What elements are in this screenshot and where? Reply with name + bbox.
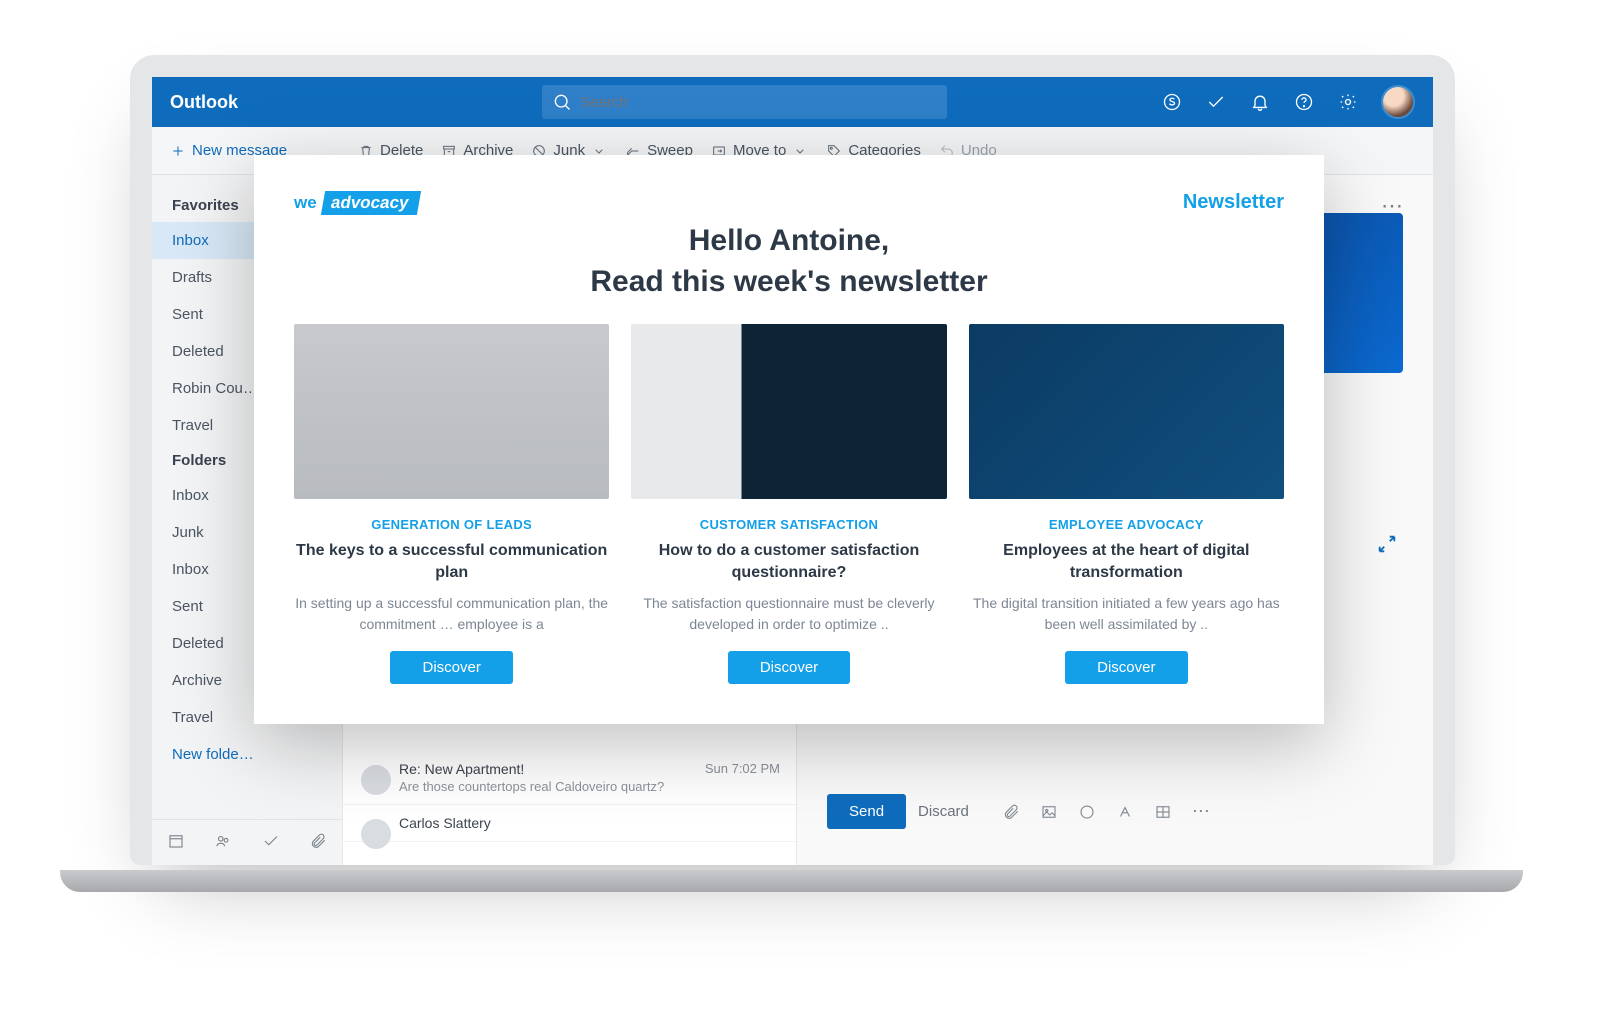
more-icon[interactable]: ⋯ bbox=[1191, 802, 1211, 822]
compose-bar: Send Discard ⋯ bbox=[827, 794, 1403, 829]
newsletter-card: GENERATION OF LEADS The keys to a succes… bbox=[294, 324, 609, 684]
card-category: EMPLOYEE ADVOCACY bbox=[969, 517, 1284, 532]
discover-button[interactable]: Discover bbox=[390, 651, 512, 684]
skype-icon[interactable] bbox=[1161, 91, 1183, 113]
emoji-icon[interactable] bbox=[1077, 802, 1097, 822]
table-icon[interactable] bbox=[1153, 802, 1173, 822]
screen: Outlook New message bbox=[152, 77, 1433, 865]
avatar[interactable] bbox=[1381, 85, 1415, 119]
app-header: Outlook bbox=[152, 77, 1433, 127]
search-icon bbox=[552, 91, 572, 113]
mail-item[interactable]: Re: New Apartment! Sun 7:02 PM Are those… bbox=[343, 751, 796, 805]
card-title: The keys to a successful communication p… bbox=[294, 540, 609, 583]
help-icon[interactable] bbox=[1293, 91, 1315, 113]
app-brand: Outlook bbox=[170, 92, 335, 113]
gear-icon[interactable] bbox=[1337, 91, 1359, 113]
newsletter-card: CUSTOMER SATISFACTION How to do a custom… bbox=[631, 324, 946, 684]
search-input[interactable] bbox=[580, 94, 937, 111]
search-box[interactable] bbox=[542, 85, 947, 119]
card-image bbox=[969, 324, 1284, 499]
send-button[interactable]: Send bbox=[827, 794, 906, 829]
newsletter-card: EMPLOYEE ADVOCACY Employees at the heart… bbox=[969, 324, 1284, 684]
newsletter-cards: GENERATION OF LEADS The keys to a succes… bbox=[294, 324, 1284, 684]
card-category: CUSTOMER SATISFACTION bbox=[631, 517, 946, 532]
we-advocacy-logo: we advocacy bbox=[294, 191, 418, 215]
people-icon[interactable] bbox=[214, 832, 232, 854]
calendar-icon[interactable] bbox=[167, 832, 185, 854]
header-icons bbox=[1161, 85, 1415, 119]
todo-icon[interactable] bbox=[262, 832, 280, 854]
card-category: GENERATION OF LEADS bbox=[294, 517, 609, 532]
discover-button[interactable]: Discover bbox=[1065, 651, 1187, 684]
sidebar-new-folder[interactable]: New folde… bbox=[152, 736, 342, 773]
bell-icon[interactable] bbox=[1249, 91, 1271, 113]
discover-button[interactable]: Discover bbox=[728, 651, 850, 684]
card-image bbox=[631, 324, 946, 499]
newsletter-modal: we advocacy Newsletter Hello Antoine, Re… bbox=[254, 155, 1324, 724]
font-icon[interactable] bbox=[1115, 802, 1135, 822]
mail-item[interactable]: Carlos Slattery bbox=[343, 805, 796, 842]
discard-button[interactable]: Discard bbox=[918, 803, 969, 820]
laptop-base bbox=[60, 870, 1523, 892]
attachment-icon[interactable] bbox=[309, 832, 327, 854]
todo-icon[interactable] bbox=[1205, 91, 1227, 113]
card-image bbox=[294, 324, 609, 499]
card-title: Employees at the heart of digital transf… bbox=[969, 540, 1284, 583]
laptop-frame: Outlook New message bbox=[130, 55, 1455, 865]
card-description: The digital transition initiated a few y… bbox=[969, 593, 1284, 635]
avatar-icon bbox=[361, 819, 391, 849]
newsletter-badge: Newsletter bbox=[1183, 191, 1284, 214]
image-icon[interactable] bbox=[1039, 802, 1059, 822]
card-title: How to do a customer satisfaction questi… bbox=[631, 540, 946, 583]
attachment-icon[interactable] bbox=[1001, 802, 1021, 822]
newsletter-heading: Hello Antoine, Read this week's newslett… bbox=[294, 221, 1284, 302]
sidebar-footer bbox=[152, 819, 342, 865]
avatar-icon bbox=[361, 765, 391, 795]
expand-icon[interactable] bbox=[1376, 533, 1398, 561]
card-description: In setting up a successful communication… bbox=[294, 593, 609, 635]
card-description: The satisfaction questionnaire must be c… bbox=[631, 593, 946, 635]
